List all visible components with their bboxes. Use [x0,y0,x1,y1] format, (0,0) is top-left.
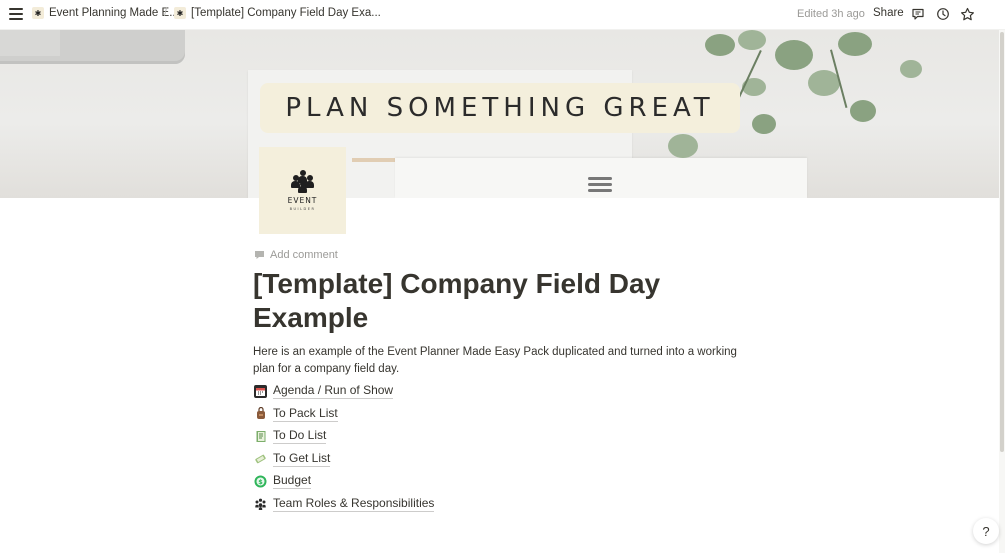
cover-notebook-rings [588,177,612,197]
breadcrumb-event-planning[interactable]: ✱ Event Planning Made E... [32,7,179,19]
cover-leaf [850,100,876,122]
notebook-icon [254,430,267,443]
add-comment-button[interactable]: Add comment [254,249,338,261]
breadcrumb-current-page[interactable]: ✱ [Template] Company Field Day Exa... [174,7,381,19]
star-icon[interactable] [959,6,975,22]
calendar-icon [254,384,267,398]
cover-image: PLAN SOMETHING GREAT [0,30,1005,198]
scrollbar[interactable] [999,30,1005,553]
cover-laptop-corner [0,30,60,56]
link-label: Agenda / Run of Show [273,383,394,399]
page-title[interactable]: [Template] Company Field Day Example [253,267,733,335]
link-team-roles[interactable]: Team Roles & Responsibilities [254,494,435,514]
page-description[interactable]: Here is an example of the Event Planner … [253,344,743,378]
link-budget[interactable]: $ Budget [254,471,312,491]
link-label: To Do List [273,428,327,444]
help-icon: ? [982,523,990,539]
link-to-get-list[interactable]: To Get List [254,449,331,469]
ticket-icon [254,452,267,465]
share-button[interactable]: Share [873,7,904,19]
comment-icon [255,251,264,259]
breadcrumb-label: Event Planning Made E... [49,7,179,19]
event-builder-icon: ✱ [32,7,44,19]
page-icon[interactable]: EVENT BUILDER [259,147,346,234]
bag-icon [254,407,267,420]
history-icon[interactable] [935,6,951,22]
menu-icon[interactable] [9,8,23,20]
link-label: Team Roles & Responsibilities [273,495,435,512]
event-builder-icon: ✱ [174,7,186,19]
cover-leaf [900,60,922,78]
link-agenda[interactable]: Agenda / Run of Show [254,381,394,401]
cover-leaf [775,40,813,70]
comment-icon[interactable] [910,6,926,22]
cover-leaf [752,114,776,134]
cover-banner-text: PLAN SOMETHING GREAT [285,93,715,123]
logo-title: EVENT [287,196,318,205]
add-comment-label: Add comment [270,249,338,261]
top-bar: ✱ Event Planning Made E... / ✱ [Template… [0,0,1005,30]
cover-leaf [838,32,872,56]
link-label: Budget [273,473,312,489]
link-label: To Pack List [273,405,338,422]
edited-timestamp: Edited 3h ago [797,8,865,20]
svg-text:$: $ [258,478,263,486]
money-icon: $ [254,475,267,488]
logo-subtitle: BUILDER [289,207,316,211]
people-icon [254,497,267,510]
scrollbar-thumb[interactable] [1000,32,1004,452]
help-button[interactable]: ? [973,518,999,544]
cover-banner: PLAN SOMETHING GREAT [260,83,740,133]
breadcrumb-label: [Template] Company Field Day Exa... [191,7,381,19]
cover-leaf [705,34,735,56]
breadcrumb-separator: / [164,7,168,19]
cover-leaf [668,134,698,158]
cover-leaf [738,30,766,50]
link-to-do-list[interactable]: To Do List [254,426,327,446]
link-label: To Get List [273,450,331,467]
people-icon [290,170,316,193]
link-to-pack-list[interactable]: To Pack List [254,404,338,424]
cover-leaf [808,70,840,96]
